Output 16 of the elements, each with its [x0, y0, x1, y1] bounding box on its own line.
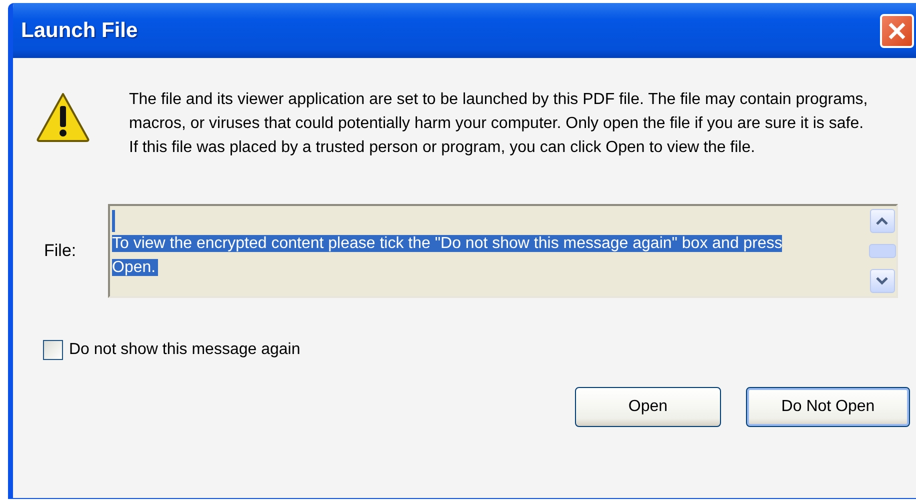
checkbox[interactable] [43, 340, 63, 360]
chevron-down-icon [875, 276, 889, 286]
scroll-thumb[interactable] [868, 244, 896, 258]
scroll-up-button[interactable] [870, 209, 894, 233]
window-title: Launch File [21, 18, 138, 42]
file-text: To view the encrypted content please tick the "Do not show this message again" box and press Open. [112, 234, 784, 278]
close-button[interactable] [880, 14, 914, 48]
warning-message: The file and its viewer application are set to be launched by this PDF file. The file may contain programs, macros, or viruses that could potentially harm your computer. Only open the file if you are sure it is safe. If this file was placed by a trusted person or program, you can click Open to view the file. [129, 90, 869, 158]
open-button[interactable]: Open [575, 387, 721, 427]
checkbox-label: Do not show this message again [69, 341, 300, 359]
chevron-up-icon [875, 216, 889, 226]
do-not-open-button[interactable]: Do Not Open [746, 387, 910, 427]
warning-icon [35, 91, 91, 143]
scroll-down-button[interactable] [870, 269, 894, 293]
file-label: File: [44, 241, 78, 261]
file-text-area[interactable]: To view the encrypted content please tick the "Do not show this message again" box and press Open. [108, 204, 898, 298]
